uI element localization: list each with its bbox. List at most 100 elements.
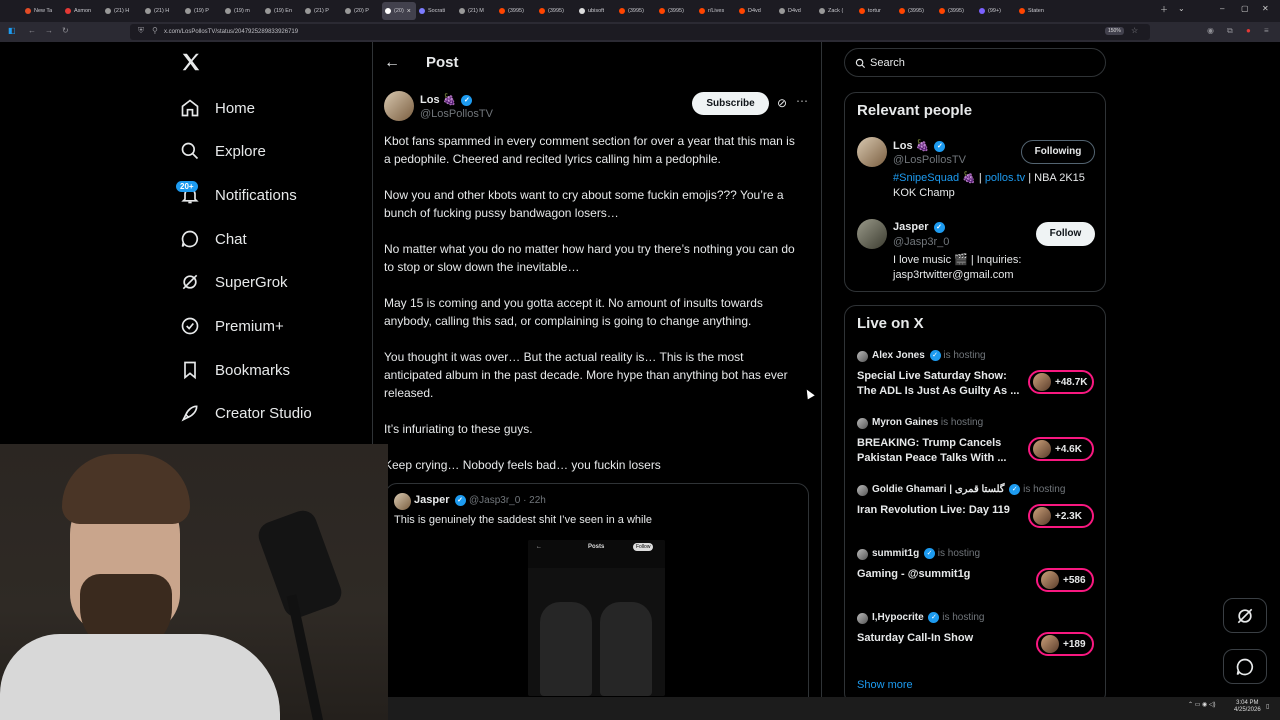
site-info-icon[interactable]: ⛨ [138, 26, 144, 36]
tab-label: (99+) [988, 8, 1001, 14]
browser-tab[interactable]: (19) P [182, 2, 222, 20]
person-name[interactable]: Los 🍇 ✓ [893, 139, 946, 152]
live-space-title[interactable]: Special Live Saturday Show: The ADL Is J… [857, 369, 1022, 399]
nav-home[interactable]: Home [180, 93, 255, 123]
live-listeners-pill[interactable]: +48.7K [1028, 370, 1094, 394]
browser-tab[interactable]: (3995) [496, 2, 536, 20]
nav-chat[interactable]: Chat [180, 224, 247, 254]
browser-tab[interactable]: (21) H [142, 2, 182, 20]
bio-link[interactable]: pollos.tv [985, 172, 1025, 184]
nav-supergrok[interactable]: SuperGrok [180, 267, 288, 297]
nav-bookmarks[interactable]: Bookmarks [180, 355, 290, 385]
browser-tab[interactable]: tortur [856, 2, 896, 20]
live-listeners-pill[interactable]: +189 [1036, 632, 1094, 656]
grok-fab[interactable] [1223, 598, 1267, 633]
extension-badge-icon[interactable]: ● [1246, 26, 1251, 35]
author-name[interactable]: Los 🍇 ✓ [420, 93, 473, 106]
browser-tab[interactable]: ubisoft [576, 2, 616, 20]
live-space-title[interactable]: Gaming - @summit1g [857, 567, 1022, 582]
person-name-text: Jasper [893, 221, 929, 233]
live-space-title[interactable]: Saturday Call-In Show [857, 631, 1022, 646]
minimize-icon[interactable]: – [1220, 4, 1224, 13]
permissions-icon[interactable]: ⚲ [152, 26, 158, 35]
nav-creator-studio[interactable]: Creator Studio [180, 398, 312, 428]
tab-list-icon[interactable]: ⌄ [1178, 4, 1185, 13]
back-arrow-icon[interactable]: ← [384, 54, 400, 72]
browser-tab[interactable]: (3995) [656, 2, 696, 20]
browser-tab[interactable]: (20) × [382, 2, 416, 20]
live-host[interactable]: I,Hypocrite ✓ is hosting [872, 612, 985, 623]
host-avatar [857, 613, 868, 624]
live-listeners-pill[interactable]: +2.3K [1028, 504, 1094, 528]
bio-hashtag[interactable]: #SnipeSquad [893, 172, 959, 184]
follow-button[interactable]: Follow [1036, 222, 1095, 246]
bookmark-star-icon[interactable]: ☆ [1131, 26, 1138, 35]
messages-fab[interactable] [1223, 649, 1267, 684]
live-host[interactable]: summit1g ✓ is hosting [872, 548, 980, 559]
browser-tab[interactable]: (19) m [222, 2, 262, 20]
browser-tab[interactable]: (3995) [616, 2, 656, 20]
browser-tab[interactable]: Zack ( [816, 2, 856, 20]
browser-tab[interactable]: (99+) [976, 2, 1016, 20]
url-field[interactable]: x.com/LosPollosTV/status/204792528983392… [130, 24, 1150, 40]
tab-favicon-icon [419, 8, 425, 14]
forward-nav-icon[interactable]: → [45, 26, 53, 35]
zoom-level[interactable]: 150% [1105, 27, 1124, 35]
subscribe-button[interactable]: Subscribe [692, 92, 769, 115]
browser-tab[interactable]: (19) En [262, 2, 302, 20]
browser-tab[interactable]: r/Lives [696, 2, 736, 20]
browser-tab[interactable]: Asmon [62, 2, 102, 20]
quote-avatar[interactable] [394, 493, 411, 510]
close-window-icon[interactable]: ✕ [1262, 4, 1269, 13]
extensions-icon[interactable]: ⧉ [1227, 26, 1233, 36]
browser-tab[interactable]: (3995) [536, 2, 576, 20]
show-more-link[interactable]: Show more [857, 679, 913, 691]
reload-icon[interactable]: ↻ [62, 26, 69, 35]
author-avatar[interactable] [384, 91, 414, 121]
author-handle[interactable]: @LosPollosTV [420, 108, 493, 120]
menu-icon[interactable]: ≡ [1264, 26, 1269, 35]
more-options-icon[interactable]: ⋯ [796, 94, 808, 108]
quote-image[interactable]: ← Posts Follow [528, 540, 665, 696]
browser-tab[interactable]: New Ta [22, 2, 62, 20]
live-host[interactable]: Myron Gaines is hosting [872, 417, 983, 428]
browser-tab[interactable]: (3995) [896, 2, 936, 20]
nav-premium[interactable]: Premium+ [180, 311, 284, 341]
sidebar-toggle-icon[interactable]: ◧ [8, 26, 16, 35]
browser-tab[interactable]: (3995) [936, 2, 976, 20]
person-avatar[interactable] [857, 219, 887, 249]
browser-tab[interactable]: Staten [1016, 2, 1056, 20]
live-host[interactable]: Goldie Ghamari | گلستا قمری ✓ is hosting [872, 484, 1065, 495]
browser-tab[interactable]: (21) M [456, 2, 496, 20]
live-space-title[interactable]: BREAKING: Trump Cancels Pakistan Peace T… [857, 436, 1022, 466]
clock[interactable]: 3:04 PM 4/25/2026 [1234, 700, 1261, 714]
system-tray-icons[interactable]: ⌃ ▭ ◉ ◁) [1188, 701, 1216, 708]
browser-tab[interactable]: D4vd [776, 2, 816, 20]
person-name[interactable]: Jasper ✓ [893, 221, 945, 233]
browser-tab[interactable]: D4vd [736, 2, 776, 20]
browser-tab[interactable]: (21) H [102, 2, 142, 20]
live-listeners-pill[interactable]: +4.6K [1028, 437, 1094, 461]
person-avatar[interactable] [857, 137, 887, 167]
new-tab-icon[interactable]: ＋ [1160, 4, 1168, 15]
browser-tab[interactable]: (20) P [342, 2, 382, 20]
search-input[interactable]: Search [844, 48, 1106, 77]
nav-explore[interactable]: Explore [180, 136, 266, 166]
live-host[interactable]: Alex Jones ✓ is hosting [872, 350, 986, 361]
quote-author-name[interactable]: Jasper ✓ [414, 494, 466, 506]
tab-close-icon[interactable]: × [407, 8, 411, 15]
tab-label: Zack ( [828, 8, 844, 14]
streamer-shirt [0, 634, 280, 720]
maximize-icon[interactable]: ▢ [1241, 4, 1249, 13]
notification-center-icon[interactable]: ▯ [1266, 703, 1269, 710]
following-button[interactable]: Following [1021, 140, 1095, 164]
live-space-title[interactable]: Iran Revolution Live: Day 119 [857, 503, 1022, 518]
browser-tab[interactable]: (21) P [302, 2, 342, 20]
account-icon[interactable]: ◉ [1207, 26, 1214, 35]
grok-explain-icon[interactable]: ⊘ [777, 96, 787, 110]
browser-tab[interactable]: Socrati [416, 2, 456, 20]
x-logo[interactable] [180, 51, 204, 75]
author-emoji: 🍇 [442, 94, 457, 106]
live-listeners-pill[interactable]: +586 [1036, 568, 1094, 592]
back-nav-icon[interactable]: ← [28, 26, 36, 35]
